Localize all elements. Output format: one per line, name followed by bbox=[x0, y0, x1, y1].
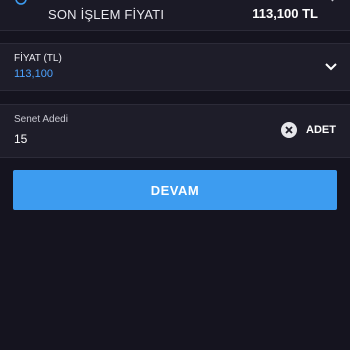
quantity-unit: ADET bbox=[306, 124, 336, 136]
last-trade-label: SON İŞLEM FİYATI bbox=[48, 7, 165, 22]
clear-icon[interactable] bbox=[281, 122, 297, 138]
refresh-icon[interactable] bbox=[14, 0, 28, 8]
price-label: FİYAT (TL) bbox=[14, 53, 62, 64]
quantity-field[interactable]: Senet Adedi 15 ADET bbox=[0, 104, 350, 158]
price-value: 113,100 bbox=[14, 68, 53, 80]
continue-button[interactable]: DEVAM bbox=[13, 170, 337, 210]
quantity-input[interactable]: 15 bbox=[14, 132, 27, 146]
chevron-down-icon[interactable] bbox=[324, 61, 338, 73]
last-trade-row[interactable]: SON İŞLEM FİYATI 113,100 TL bbox=[0, 0, 350, 31]
price-select[interactable]: FİYAT (TL) 113,100 bbox=[0, 43, 350, 91]
quantity-label: Senet Adedi bbox=[14, 114, 68, 125]
chevron-right-icon[interactable] bbox=[326, 0, 336, 8]
last-trade-value: 113,100 TL bbox=[252, 6, 318, 21]
